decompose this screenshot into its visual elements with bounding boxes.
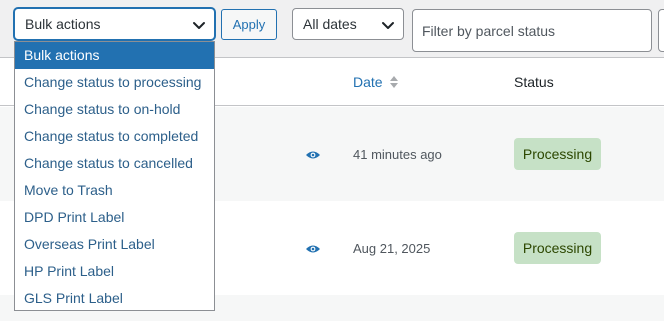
bulk-option-overseas-print-label[interactable]: Overseas Print Label bbox=[15, 231, 214, 258]
bulk-actions-dropdown-list: Bulk actions Change status to processing… bbox=[14, 41, 215, 311]
next-filter-control[interactable] bbox=[658, 9, 664, 52]
date-column-label: Date bbox=[353, 74, 383, 90]
status-column-header: Status bbox=[514, 74, 554, 90]
bulk-option-mark-completed[interactable]: Change status to completed bbox=[15, 123, 214, 150]
eye-icon[interactable] bbox=[305, 149, 321, 161]
date-column-header[interactable]: Date bbox=[353, 74, 399, 90]
chevron-down-icon bbox=[382, 22, 394, 29]
order-date: 41 minutes ago bbox=[353, 147, 442, 162]
apply-button[interactable]: Apply bbox=[221, 9, 277, 40]
bulk-option-gls-print-label[interactable]: GLS Print Label bbox=[15, 285, 214, 312]
bulk-actions-select[interactable]: Bulk actions bbox=[14, 8, 215, 40]
bulk-option-move-to-trash[interactable]: Move to Trash bbox=[15, 177, 214, 204]
bulk-option-hp-print-label[interactable]: HP Print Label bbox=[15, 258, 214, 285]
bulk-option-dpd-print-label[interactable]: DPD Print Label bbox=[15, 204, 214, 231]
sort-icon bbox=[389, 76, 398, 88]
bulk-option-mark-processing[interactable]: Change status to processing bbox=[15, 69, 214, 96]
eye-icon[interactable] bbox=[305, 243, 321, 255]
parcel-status-filter-input[interactable] bbox=[412, 9, 652, 52]
bulk-option-mark-on-hold[interactable]: Change status to on-hold bbox=[15, 96, 214, 123]
date-filter-selected-value: All dates bbox=[303, 16, 357, 32]
bulk-actions-selected-value: Bulk actions bbox=[25, 16, 101, 32]
order-date: Aug 21, 2025 bbox=[353, 241, 431, 256]
status-badge: Processing bbox=[514, 138, 601, 170]
bulk-option-mark-cancelled[interactable]: Change status to cancelled bbox=[15, 150, 214, 177]
status-badge: Processing bbox=[514, 232, 601, 264]
bulk-option-bulk-actions[interactable]: Bulk actions bbox=[15, 42, 214, 69]
date-filter-select[interactable]: All dates bbox=[292, 8, 404, 40]
chevron-down-icon bbox=[193, 22, 205, 29]
